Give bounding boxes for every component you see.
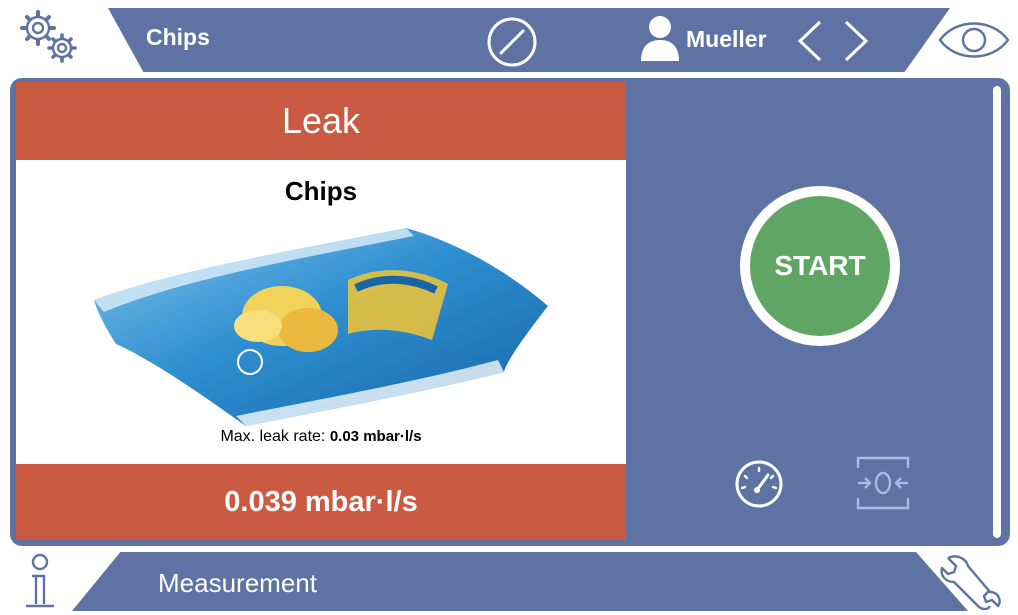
zero-icon[interactable] <box>852 454 914 512</box>
user-icon[interactable] <box>640 14 680 62</box>
eye-icon[interactable] <box>934 12 1014 68</box>
wrench-icon[interactable] <box>938 552 1004 611</box>
section-title: Measurement <box>158 568 317 598</box>
chevron-right-icon[interactable] <box>842 18 870 64</box>
max-leak-value: 0.03 mbar·l/s <box>329 428 422 445</box>
product-name: Chips <box>284 176 358 206</box>
max-leak-rate: Max. leak rate: 0.03 mbar·l/s <box>16 428 626 446</box>
compass-icon[interactable] <box>484 14 540 70</box>
measured-leak-rate: 0.039 mbar·l/s <box>16 464 626 540</box>
result-card: Leak Chips Max. leak rate: 0.03 mbar·l/s <box>16 82 626 540</box>
max-leak-label: Max. leak rate: <box>220 428 326 445</box>
start-button[interactable]: START <box>740 186 900 346</box>
settings-icon[interactable] <box>14 6 90 68</box>
start-label: START <box>750 196 890 336</box>
gauge-icon[interactable] <box>730 458 788 510</box>
user-name[interactable]: Mueller <box>686 26 767 53</box>
info-icon[interactable] <box>22 552 58 610</box>
page-title: Chips <box>146 24 210 50</box>
chevron-left-icon[interactable] <box>796 18 824 64</box>
scrollbar[interactable] <box>993 86 1001 538</box>
leak-status: Leak <box>16 82 626 160</box>
product-image <box>86 222 556 432</box>
